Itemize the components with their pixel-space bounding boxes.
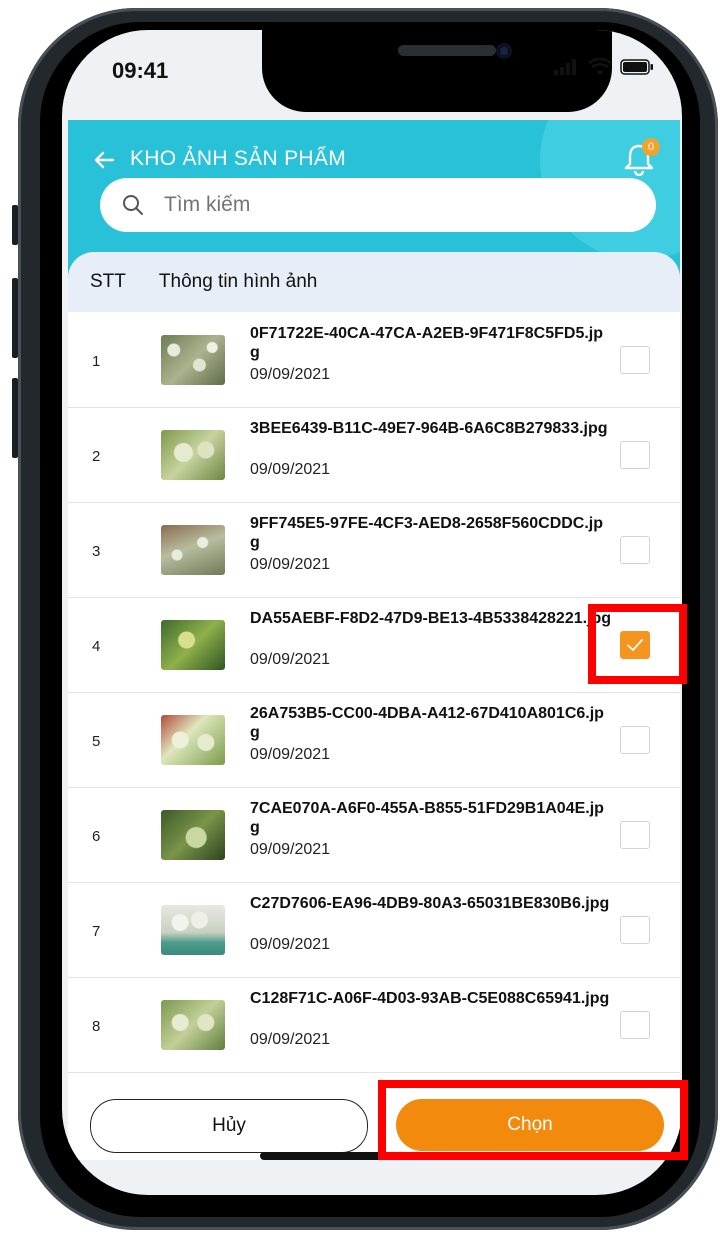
image-date: 09/09/2021 [250,651,331,668]
status-time: 09:41 [112,58,169,83]
row-checkbox[interactable] [620,1011,650,1039]
row-stt: 1 [92,353,101,370]
image-date: 09/09/2021 [250,1031,331,1048]
notification-badge: 0 [642,138,660,156]
image-date: 09/09/2021 [250,746,331,763]
product-thumbnail[interactable] [161,715,225,765]
highlight-box-choose-button [378,1080,688,1160]
image-filename: 3BEE6439-B11C-49E7-964B-6A6C8B279833.jpg [250,420,608,437]
column-header-stt: STT [90,271,126,292]
row-checkbox[interactable] [620,916,650,944]
status-icons [554,58,654,76]
page-title: KHO ẢNH SẢN PHẨM [130,147,346,170]
row-stt: 8 [92,1018,101,1035]
table-row[interactable]: 6 7CAE070A-A6F0-455A-B855-51FD29B1A04E.j… [68,787,680,883]
column-header-info: Thông tin hình ảnh [158,271,318,292]
row-stt: 2 [92,448,101,465]
back-arrow-icon[interactable] [92,148,116,172]
row-checkbox[interactable] [620,821,650,849]
image-filename: C27D7606-EA96-4DB9-80A3-65031BE830B6.jpg [250,895,610,912]
image-filename: 0F71722E-40CA-47CA-A2EB-9F471F8C5FD5.jpg [250,325,604,361]
row-stt: 6 [92,828,101,845]
table-header: STT Thông tin hình ảnh [68,252,680,312]
row-stt: 7 [92,923,101,940]
image-date: 09/09/2021 [250,841,331,858]
highlight-box-checkbox [588,604,687,684]
battery-icon [620,59,653,75]
wifi-icon [588,58,612,75]
image-date: 09/09/2021 [250,556,331,573]
row-stt: 5 [92,733,101,750]
product-thumbnail[interactable] [161,430,225,480]
search-icon [123,195,143,215]
table-row[interactable]: 3 9FF745E5-97FE-4CF3-AED8-2658F560CDDC.j… [68,502,680,598]
image-date: 09/09/2021 [250,936,331,953]
search-input[interactable] [162,192,626,218]
product-thumbnail[interactable] [161,905,225,955]
front-camera [496,43,512,59]
row-stt: 4 [92,638,101,655]
row-checkbox[interactable] [620,536,650,564]
image-date: 09/09/2021 [250,366,331,383]
product-thumbnail[interactable] [161,335,225,385]
image-date: 09/09/2021 [250,461,331,478]
product-thumbnail[interactable] [161,525,225,575]
row-stt: 3 [92,543,101,560]
product-thumbnail[interactable] [161,810,225,860]
image-list: 1 0F71722E-40CA-47CA-A2EB-9F471F8C5FD5.j… [68,312,680,1077]
table-row[interactable]: 1 0F71722E-40CA-47CA-A2EB-9F471F8C5FD5.j… [68,312,680,408]
image-filename: 26A753B5-CC00-4DBA-A412-67D410A801C6.jpg [250,705,604,741]
image-filename: DA55AEBF-F8D2-47D9-BE13-4B5338428221.jpg [250,610,612,627]
table-row[interactable]: 5 26A753B5-CC00-4DBA-A412-67D410A801C6.j… [68,692,680,788]
image-filename: C128F71C-A06F-4D03-93AB-C5E088C65941.jpg [250,990,610,1007]
table-row[interactable]: 2 3BEE6439-B11C-49E7-964B-6A6C8B279833.j… [68,407,680,503]
row-checkbox[interactable] [620,346,650,374]
speaker [398,45,496,56]
cancel-button[interactable]: Hủy [90,1099,368,1153]
image-filename: 9FF745E5-97FE-4CF3-AED8-2658F560CDDC.jpg [250,515,604,551]
search-bar[interactable] [100,178,656,232]
product-thumbnail[interactable] [161,620,225,670]
image-filename: 7CAE070A-A6F0-455A-B855-51FD29B1A04E.jpg [250,800,604,836]
row-checkbox[interactable] [620,726,650,754]
row-checkbox[interactable] [620,441,650,469]
product-thumbnail[interactable] [161,1000,225,1050]
table-row[interactable]: 8 C128F71C-A06F-4D03-93AB-C5E088C65941.j… [68,977,680,1073]
table-row[interactable]: 7 C27D7606-EA96-4DB9-80A3-65031BE830B6.j… [68,882,680,978]
signal-icon [554,59,576,75]
